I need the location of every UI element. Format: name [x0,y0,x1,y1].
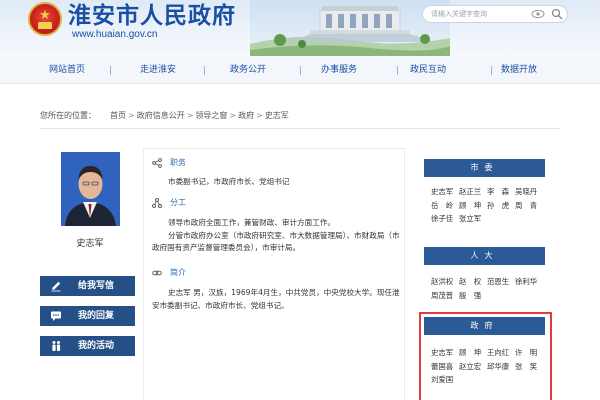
breadcrumb-link-home[interactable]: 首页 [110,111,126,120]
breadcrumb-separator: > [128,111,135,120]
list-item: 史志军 赵正兰 李 森 吴晓丹 [431,185,543,199]
list-item: 史志军 顾 坤 王向红 许 明 [431,346,543,360]
leader-link[interactable]: 顾 坤 [459,199,481,213]
leader-link[interactable]: 许 明 [515,346,537,360]
my-activities-label: 我的活动 [78,341,115,351]
nav-item-services[interactable]: 办事服务 [312,56,366,84]
nav-item-home[interactable]: 网站首页 [40,56,94,84]
list-item: 刘爱国 [431,373,543,387]
group-header-party-committee[interactable]: 市委 [424,159,545,177]
leader-link[interactable]: 范恩生 [487,275,509,289]
breadcrumb-prefix: 您所在的位置： [40,111,96,120]
share-icon [152,158,162,168]
link-icon [152,270,162,276]
party-committee-names: 史志军 赵正兰 李 森 吴晓丹 岳 岭 顾 坤 孙 虎 周 青 徐子佳 张立军 [431,185,543,226]
government-names: 史志军 顾 坤 王向红 许 明 蕾国喜 赵立宏 邱华康 张 笑 刘爱国 [431,346,543,387]
leader-link[interactable]: 赵正兰 [459,185,481,199]
division-text: 领导市政府全面工作，兼管财政、审计方面工作。 分管市政府办公室（市政府研究室、市… [152,218,400,253]
write-letter-button[interactable]: 给我写信 [40,276,135,296]
eye-icon[interactable] [531,8,545,20]
site-header: ★ 淮安市人民政府 www.huaian.gov.cn [0,0,600,56]
my-replies-label: 我的回复 [78,311,115,321]
breadcrumb-separator: > [229,111,237,120]
list-item: 蕾国喜 赵立宏 邱华康 张 笑 [431,360,543,374]
leader-link[interactable]: 张 笑 [515,360,537,374]
nav-item-interaction[interactable]: 政民互动 [401,56,455,84]
leader-link[interactable]: 史志军 [431,346,453,360]
leader-link[interactable]: 周 青 [515,199,537,213]
breadcrumb-link-gov-info[interactable]: 政府信息公开 [137,111,185,120]
divider [40,128,560,129]
leader-link[interactable]: 邱华康 [487,360,509,374]
breadcrumb-separator: > [186,111,194,120]
nav-item-about-huaian[interactable]: 走进淮安 [131,56,185,84]
pencil-icon [51,281,61,292]
city-building-illustration [250,0,450,56]
my-activities-button[interactable]: 我的活动 [40,336,135,356]
leader-link[interactable]: 张立军 [459,212,481,226]
list-item: 周茂普 殷 强 [431,289,543,303]
leader-link[interactable]: 吴晓丹 [515,185,537,199]
breadcrumb: 您所在的位置： 首页 > 政府信息公开 > 领导之窗 > 政府 > 史志军 [40,109,289,123]
list-item: 徐子佳 张立军 [431,212,543,226]
group-header-congress[interactable]: 人大 [424,247,545,265]
gate-icon [38,22,52,29]
write-letter-label: 给我写信 [78,281,115,291]
breadcrumb-link-leaders[interactable]: 领导之窗 [195,111,227,120]
leader-profile-panel: 职务 市委副书记，市政府市长、党组书记 分工 领导市政府全面工作，兼管财政、审计… [143,148,405,400]
my-replies-button[interactable]: 我的回复 [40,306,135,326]
leader-link[interactable]: 岳 岭 [431,199,453,213]
breadcrumb-separator: > [256,111,263,120]
star-icon: ★ [39,8,51,23]
nav-item-open-data[interactable]: 数据开放 [492,56,546,84]
site-title[interactable]: 淮安市人民政府 [68,2,236,30]
nav-divider [397,66,398,75]
leader-name: 史志军 [76,239,104,249]
leader-link[interactable]: 赵立宏 [459,360,481,374]
leader-link[interactable]: 史志军 [431,185,453,199]
leader-link[interactable]: 赵 权 [459,275,481,289]
congress-names: 赵洪权 赵 权 范恩生 徐利华 周茂普 殷 强 [431,275,543,302]
leader-portrait [61,152,120,226]
leader-link[interactable]: 顾 坤 [459,346,481,360]
breadcrumb-current: 史志军 [264,111,289,120]
chat-icon [51,311,61,321]
duty-text: 市委副书记，市政府市长、党组书记 [168,177,290,186]
search-icon[interactable] [551,8,563,20]
leader-link[interactable]: 徐利华 [515,275,537,289]
leader-link[interactable]: 孙 虎 [487,199,509,213]
search-input[interactable] [431,7,529,21]
leader-link[interactable]: 徐子佳 [431,212,453,226]
nav-divider [300,66,301,75]
leader-link[interactable]: 殷 强 [459,289,481,303]
leader-link[interactable]: 周茂普 [431,289,453,303]
site-url: www.huaian.gov.cn [72,29,158,40]
leader-link[interactable]: 刘爱国 [431,373,453,387]
list-item: 岳 岭 顾 坤 孙 虎 周 青 [431,199,543,213]
main-nav: 网站首页 走进淮安 政务公开 办事服务 政民互动 数据开放 [0,56,600,84]
hierarchy-icon [152,198,162,208]
nav-item-gov-affairs[interactable]: 政务公开 [221,56,275,84]
national-emblem-logo[interactable]: ★ [28,2,62,36]
group-header-government[interactable]: 政府 [424,317,545,335]
leader-link[interactable]: 蕾国喜 [431,360,453,374]
leader-link[interactable]: 王向红 [487,346,509,360]
search-box [422,5,568,23]
nav-divider [204,66,205,75]
breadcrumb-link-government[interactable]: 政府 [238,111,254,120]
leader-link[interactable]: 赵洪权 [431,275,453,289]
activity-icon [52,341,61,351]
leader-link[interactable]: 李 森 [487,185,509,199]
list-item: 赵洪权 赵 权 范恩生 徐利华 [431,275,543,289]
bio-text: 史志军 男，汉族，1969年4月生，中共党员，中央党校大学。现任淮安市委副书记、… [152,288,400,310]
nav-divider [110,66,111,75]
